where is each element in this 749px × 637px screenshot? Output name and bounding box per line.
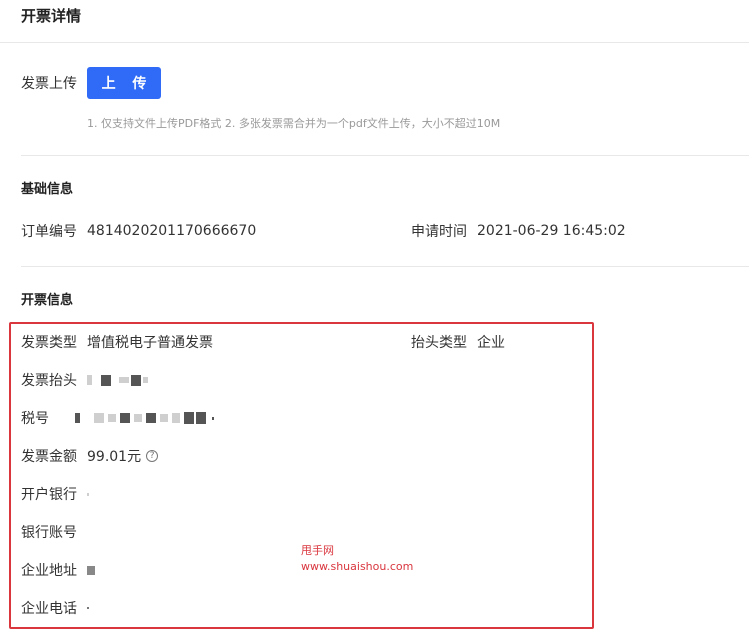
amount-value: 99.01元 xyxy=(87,449,142,465)
header-type-label: 抬头类型 xyxy=(411,335,467,351)
phone-label: 企业电话 xyxy=(21,601,77,617)
invoice-info-title: 开票信息 xyxy=(21,293,74,308)
address-field: 企业地址 xyxy=(21,560,95,580)
invoice-type-value: 增值税电子普通发票 xyxy=(87,335,213,351)
invoice-header-label: 发票抬头 xyxy=(21,373,77,389)
page-header: 开票详情 xyxy=(0,0,749,43)
header-type-value: 企业 xyxy=(477,335,505,351)
amount-field: 发票金额 99.01元 ? xyxy=(21,446,159,466)
redacted-value xyxy=(87,565,95,575)
invoice-type-field: 发票类型 增值税电子普通发票 xyxy=(21,332,213,352)
upload-button[interactable]: 上 传 xyxy=(87,67,161,99)
invoice-upload-row: 发票上传 上 传 xyxy=(21,67,161,99)
redacted-value xyxy=(87,374,148,386)
watermark-name: 甩手网 xyxy=(301,544,334,557)
redacted-value xyxy=(87,607,89,609)
invoice-header-field: 发票抬头 xyxy=(21,370,148,390)
invoice-type-label: 发票类型 xyxy=(21,335,77,351)
order-no-label: 订单编号 xyxy=(21,224,77,240)
tax-no-field: 税号 xyxy=(21,408,214,428)
redacted-value xyxy=(75,412,214,424)
tax-no-label: 税号 xyxy=(21,411,49,427)
header-type-field: 抬头类型 企业 xyxy=(411,332,505,352)
apply-time-label: 申请时间 xyxy=(411,224,467,240)
watermark-url: www.shuaishou.com xyxy=(301,560,414,573)
divider xyxy=(21,155,749,156)
watermark: 甩手网 www.shuaishou.com xyxy=(301,543,413,575)
order-no-field: 订单编号 4814020201170666670 xyxy=(21,221,256,241)
bank-account-label: 银行账号 xyxy=(21,525,77,541)
invoice-upload-label: 发票上传 xyxy=(21,76,77,92)
page-title: 开票详情 xyxy=(21,7,82,25)
bank-account-field: 银行账号 xyxy=(21,522,87,542)
highlight-box xyxy=(9,322,594,629)
address-label: 企业地址 xyxy=(21,563,77,579)
apply-time-field: 申请时间 2021-06-29 16:45:02 xyxy=(411,221,626,241)
redacted-value xyxy=(87,492,89,496)
order-no-value: 4814020201170666670 xyxy=(87,223,257,239)
phone-field: 企业电话 xyxy=(21,598,89,618)
help-icon[interactable]: ? xyxy=(146,450,159,462)
upload-hint: 1. 仅支持文件上传PDF格式 2. 多张发票需合并为一个pdf文件上传，大小不… xyxy=(87,117,501,130)
amount-label: 发票金额 xyxy=(21,449,77,465)
divider xyxy=(21,266,749,267)
bank-label: 开户银行 xyxy=(21,487,77,503)
bank-field: 开户银行 xyxy=(21,484,89,504)
apply-time-value: 2021-06-29 16:45:02 xyxy=(477,223,626,239)
basic-info-title: 基础信息 xyxy=(21,182,74,197)
